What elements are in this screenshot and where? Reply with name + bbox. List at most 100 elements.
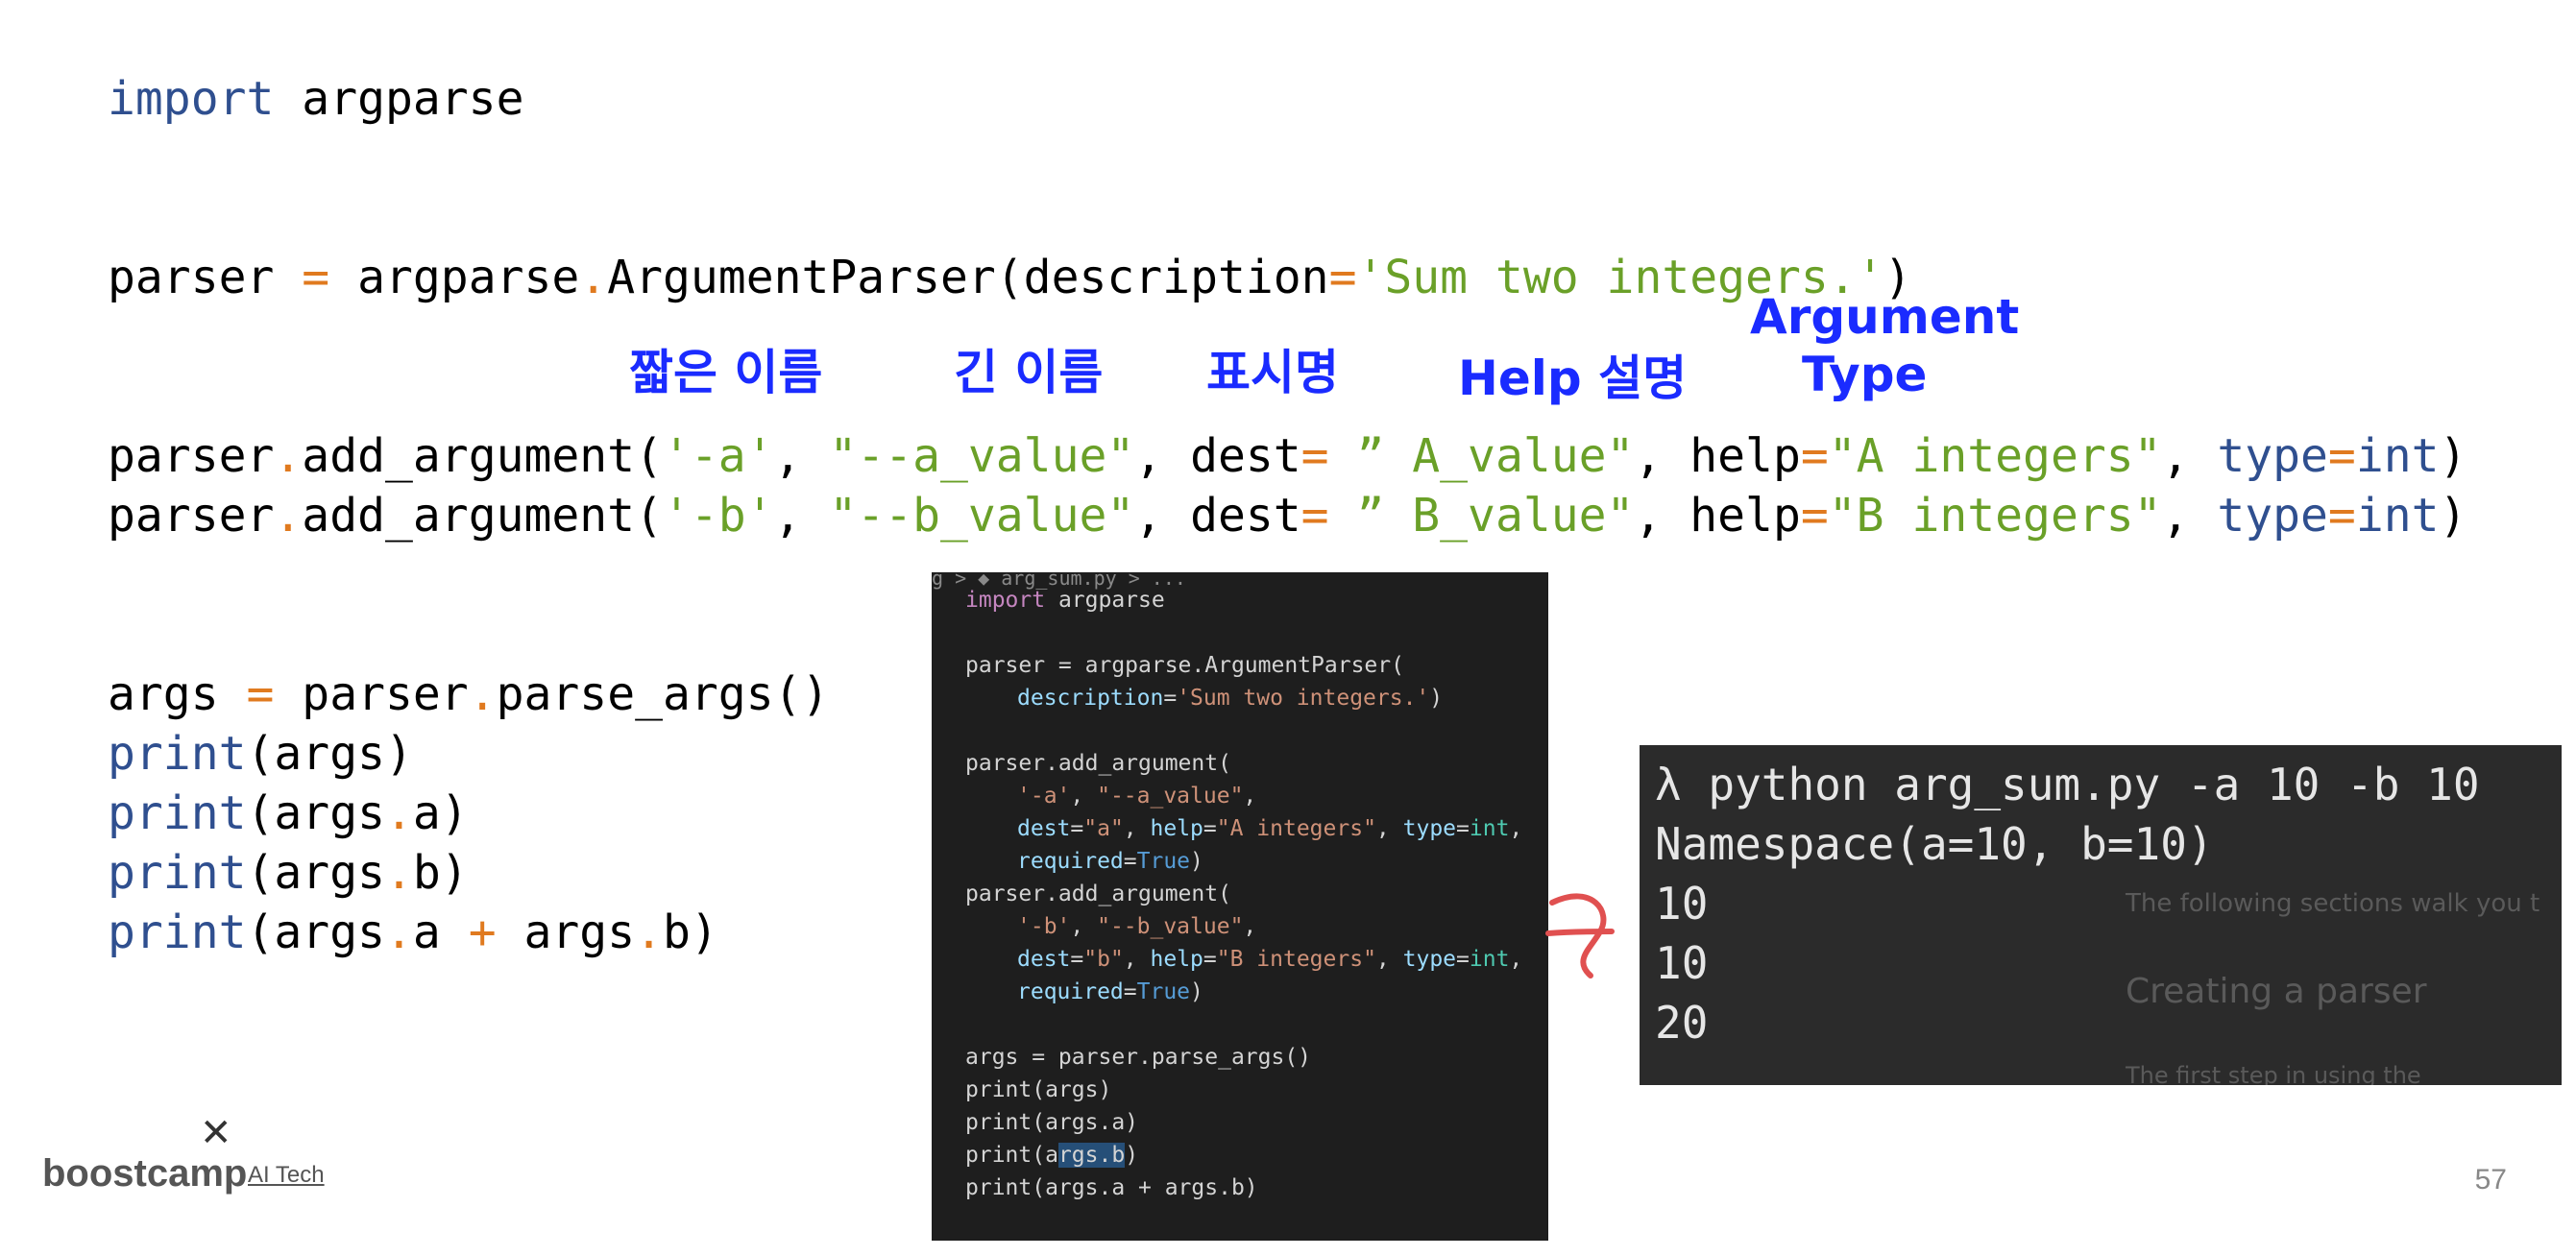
code-line-print-sum: print(args.a + args.b) xyxy=(108,903,718,962)
editor-line: required=True) xyxy=(1017,849,1203,874)
editor-line: parser.add_argument( xyxy=(965,882,1231,906)
string: "A integers" xyxy=(1216,816,1376,841)
param: description xyxy=(1017,686,1164,711)
operator: = xyxy=(1328,251,1357,304)
background-text: The following sections walk you t xyxy=(2126,889,2540,918)
code-text: parser xyxy=(108,489,275,543)
code-text: args xyxy=(496,906,636,959)
string: "--a_value" xyxy=(1097,784,1244,809)
code-text: (args xyxy=(246,846,386,900)
terminal-output: 20 xyxy=(1655,997,1709,1049)
operator: . xyxy=(468,667,497,721)
string: ” B_value" xyxy=(1328,489,1635,543)
annotation-short-name: 짧은 이름 xyxy=(629,345,823,400)
code-text: , xyxy=(773,429,830,483)
annotation-arg-type-2: Type xyxy=(1802,347,1928,402)
code-text: ) xyxy=(1190,979,1203,1004)
keyword: import xyxy=(965,588,1046,613)
code-text: args xyxy=(108,667,247,721)
keyword: int xyxy=(2355,429,2440,483)
operator: = xyxy=(2327,489,2356,543)
keyword: type xyxy=(2217,429,2328,483)
annotation-arg-type-1: Argument xyxy=(1750,289,2020,345)
operator: . xyxy=(579,251,608,304)
code-text: ArgumentParser(description xyxy=(607,251,1329,304)
string: "--a_value" xyxy=(829,429,1135,483)
param: type xyxy=(1402,947,1457,972)
constant: True xyxy=(1136,979,1191,1004)
code-text: , xyxy=(1243,784,1257,809)
editor-line: print(args.a) xyxy=(965,1110,1139,1135)
string: ” A_value" xyxy=(1328,429,1635,483)
builtin: int xyxy=(1469,816,1510,841)
code-text: (args xyxy=(246,786,386,840)
code-text: = xyxy=(1163,686,1178,711)
code-text: , xyxy=(2161,429,2218,483)
code-text: , xyxy=(1070,914,1098,939)
string: '-a' xyxy=(662,429,774,483)
keyword: print xyxy=(108,906,247,959)
operator: = xyxy=(2327,429,2356,483)
operator: + xyxy=(468,906,497,959)
string: 'Sum two integers.' xyxy=(1177,686,1430,711)
code-text: ) xyxy=(1125,1143,1139,1168)
annotation-long-name: 긴 이름 xyxy=(954,345,1104,400)
code-text: ) xyxy=(1429,686,1444,711)
background-text: The first step in using the xyxy=(2126,1062,2421,1085)
editor-line: '-b', "--b_value", xyxy=(1017,910,1256,943)
page-number: 57 xyxy=(2474,1164,2507,1196)
annotation-display-name: 표시명 xyxy=(1206,345,1339,400)
operator: = xyxy=(1800,429,1829,483)
param: type xyxy=(1402,816,1457,841)
code-text: , help xyxy=(1634,489,1801,543)
operator: . xyxy=(274,429,303,483)
string: "--b_value" xyxy=(829,489,1135,543)
code-text: a) xyxy=(412,786,469,840)
string: '-b' xyxy=(662,489,774,543)
operator: . xyxy=(385,906,413,959)
keyword: print xyxy=(108,846,247,900)
code-text: a xyxy=(412,906,469,959)
annotation-help-desc: Help 설명 xyxy=(1458,350,1688,406)
code-text: b) xyxy=(663,906,718,959)
code-text: ) xyxy=(2439,429,2467,483)
operator: . xyxy=(274,489,303,543)
code-line-print-args-a: print(args.a) xyxy=(108,784,469,843)
string: '-a' xyxy=(1017,784,1071,809)
code-text: , xyxy=(1509,947,1523,972)
editor-line: print(args.b) xyxy=(965,1139,1138,1171)
code-line-print-args: print(args) xyxy=(108,724,413,784)
code-text: , xyxy=(1070,784,1098,809)
param: help xyxy=(1150,816,1203,841)
code-text: argparse xyxy=(274,72,524,126)
param: dest xyxy=(1017,816,1071,841)
logo-x-icon: ✕ xyxy=(200,1111,232,1155)
code-text: parser xyxy=(274,667,469,721)
editor-line: dest="b", help="B integers", type=int, xyxy=(1017,947,1523,972)
string: "B integers" xyxy=(1216,947,1376,972)
operator: = xyxy=(302,251,330,304)
editor-line: print(args.a + args.b) xyxy=(965,1175,1258,1200)
operator: = xyxy=(1300,489,1329,543)
code-line-parse-args: args = parser.parse_args() xyxy=(108,664,829,724)
editor-line: print(args) xyxy=(965,1077,1112,1102)
terminal-output: 10 xyxy=(1655,878,1709,930)
code-line-add-argument-a: parser.add_argument('-a', "--a_value", d… xyxy=(108,426,2467,486)
editor-line: dest="a", help="A integers", type=int, xyxy=(1017,816,1523,841)
code-text: , dest xyxy=(1134,429,1301,483)
code-text: b) xyxy=(412,846,469,900)
code-text: parser xyxy=(108,429,275,483)
terminal-screenshot: The following sections walk you t Creati… xyxy=(1640,745,2562,1085)
editor-line: '-a', "--a_value", xyxy=(1017,780,1256,812)
keyword: int xyxy=(2355,489,2440,543)
logo-text: boostcamp xyxy=(42,1152,248,1195)
code-text: add_argument( xyxy=(302,429,663,483)
string: '-b' xyxy=(1017,914,1071,939)
terminal-output: Namespace(a=10, b=10) xyxy=(1655,818,2214,870)
editor-line: description='Sum two integers.') xyxy=(1017,682,1443,714)
logo-subtext: AI Tech xyxy=(248,1162,325,1188)
builtin: int xyxy=(1469,947,1510,972)
code-text: (args xyxy=(246,906,386,959)
code-line-add-argument-b: parser.add_argument('-b', "--b_value", d… xyxy=(108,486,2467,545)
text-selection: rgs.b xyxy=(1057,1143,1126,1168)
